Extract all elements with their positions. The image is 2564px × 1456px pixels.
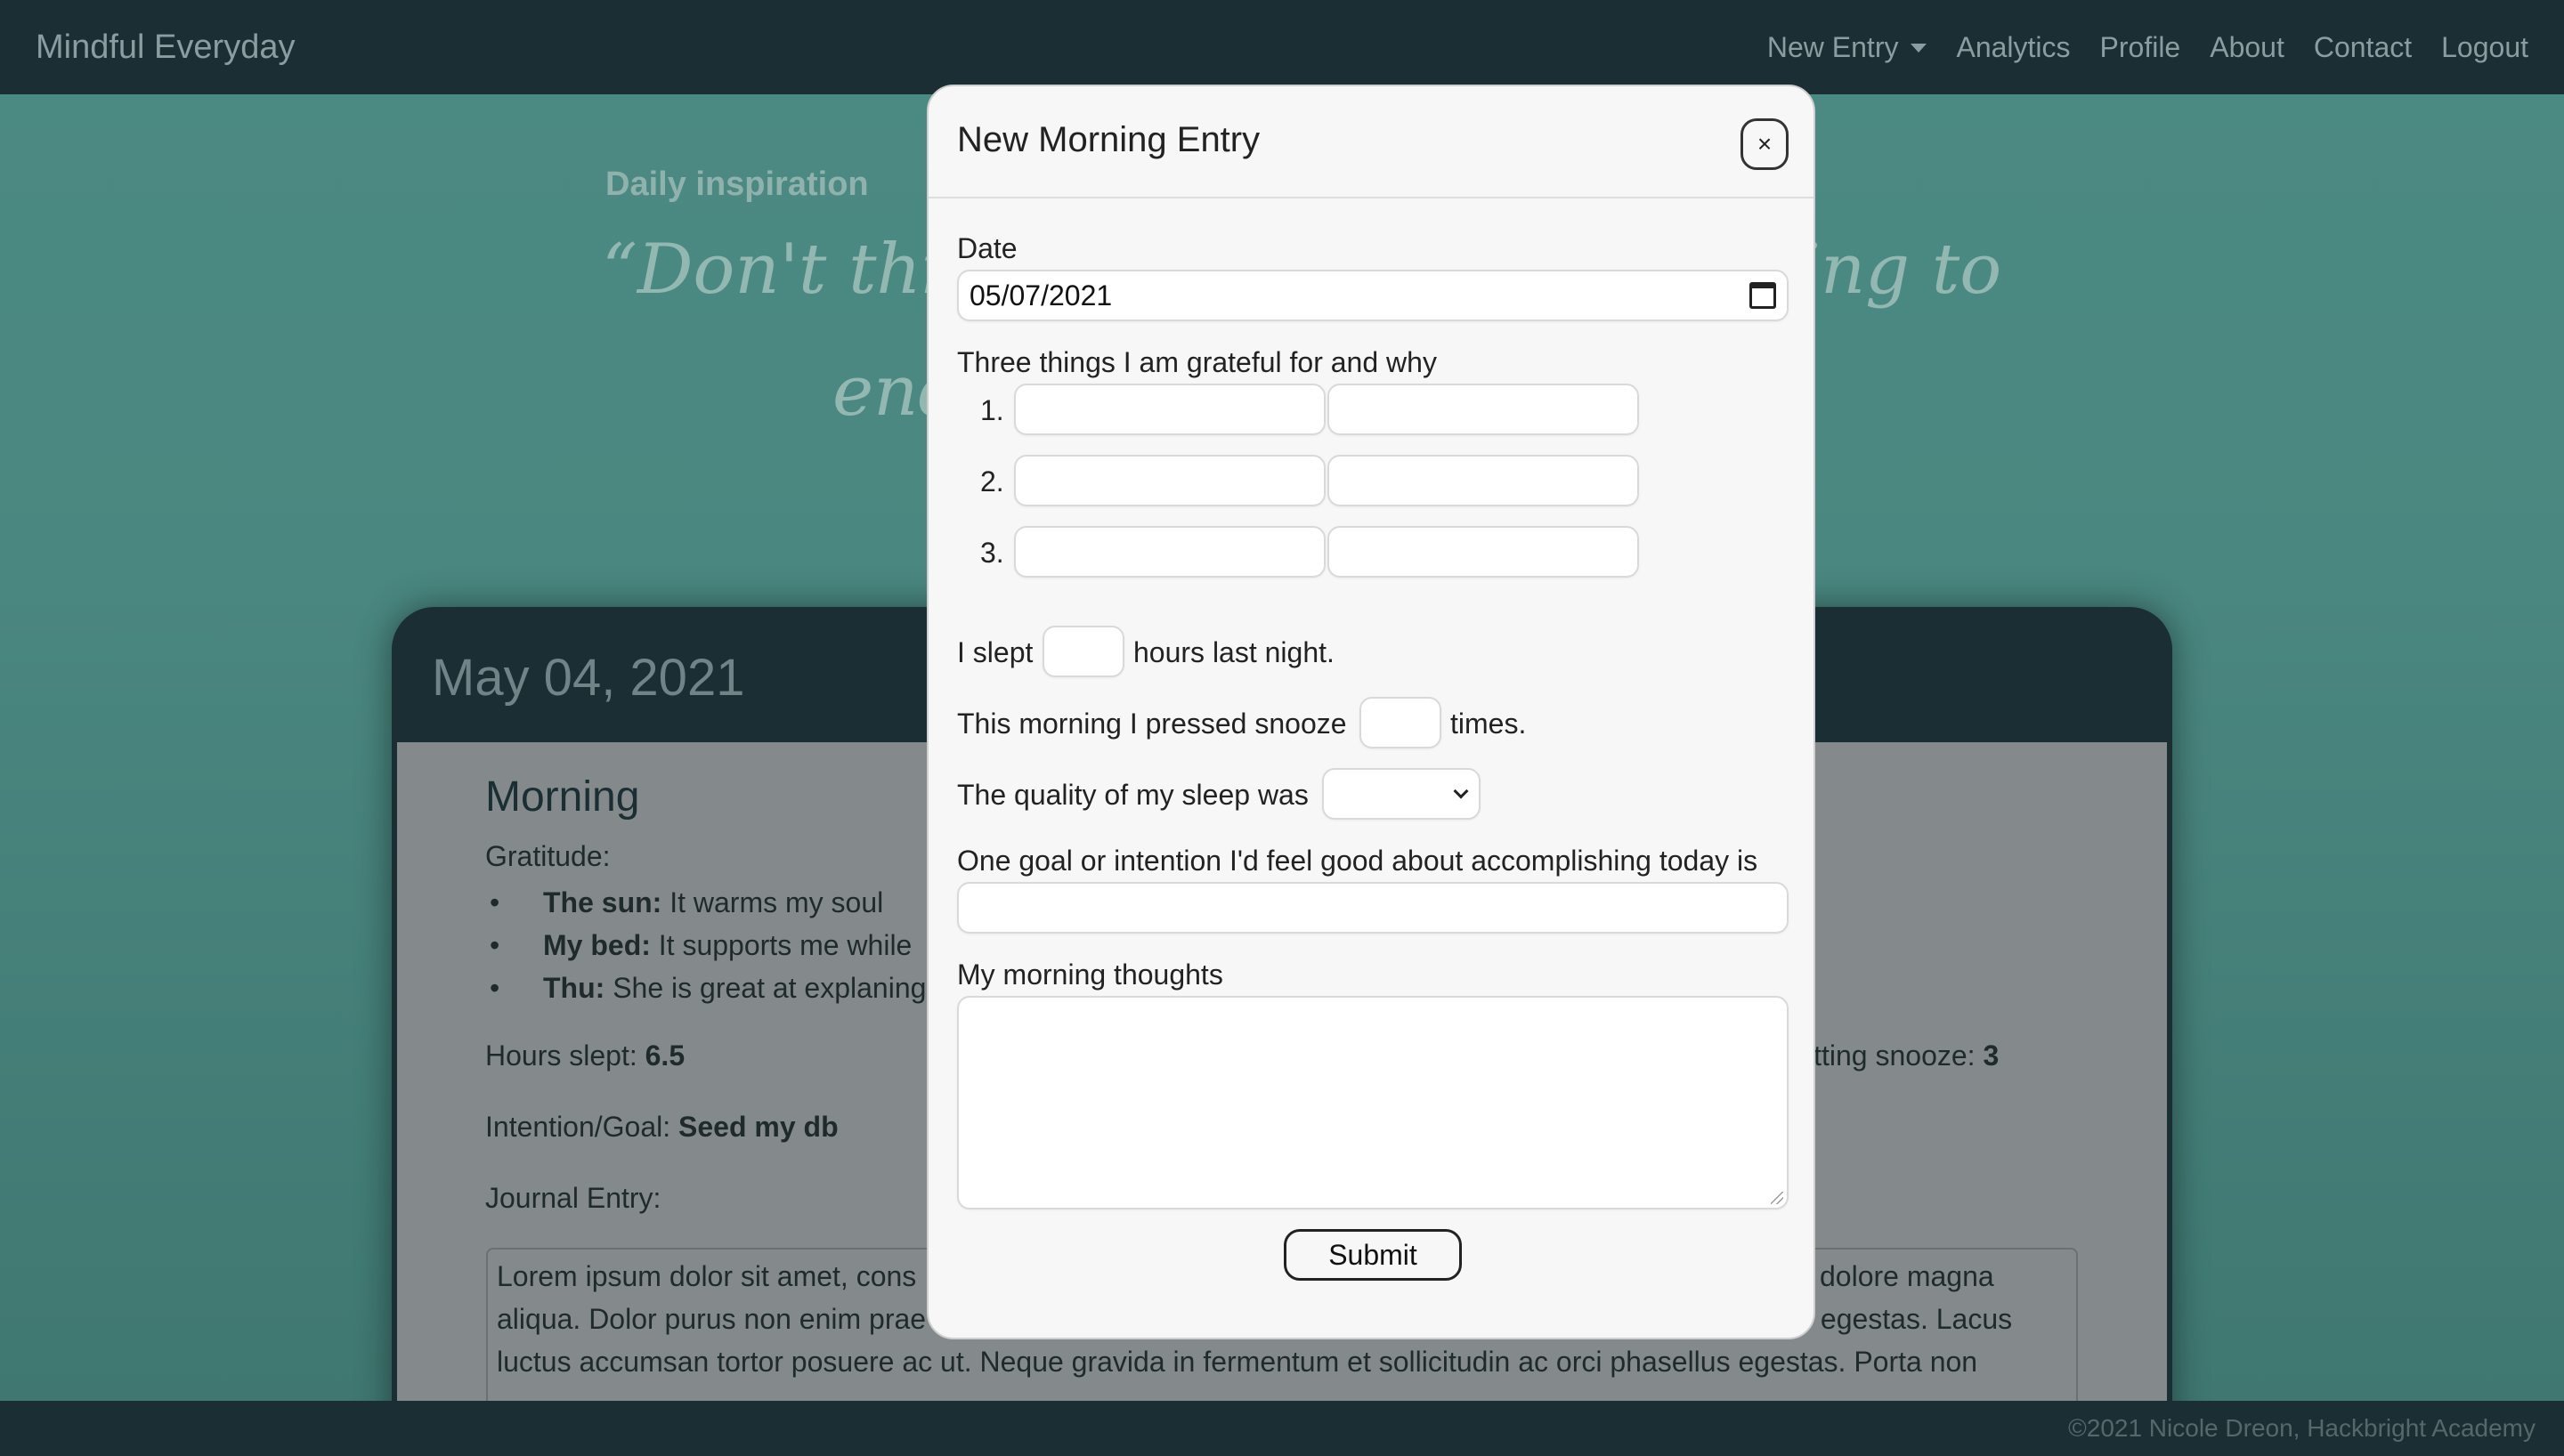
- snooze-value: 3: [1983, 1039, 2000, 1072]
- gratitude-text: It warms my soul: [669, 886, 884, 918]
- modal-header: New Morning Entry ×: [929, 86, 1813, 198]
- snooze-suffix: times.: [1450, 708, 1527, 740]
- gratitude-list: The sun: It warms my soul My bed: It sup…: [490, 881, 927, 1009]
- journal-label: Journal Entry:: [485, 1182, 661, 1214]
- nav-contact[interactable]: Contact: [2314, 31, 2412, 64]
- journal-line: Lorem ipsum dolor sit amet, cons: [497, 1260, 917, 1292]
- snooze-count-input[interactable]: [1359, 697, 1441, 748]
- journal-line: dolore magna: [1820, 1260, 1994, 1292]
- nav-links: New Entry Analytics Profile About Contac…: [1738, 31, 2528, 64]
- gratitude-thing-1-input[interactable]: [1014, 384, 1326, 435]
- gratitude-number: 1.: [980, 394, 1004, 426]
- nav-new-entry[interactable]: New Entry: [1767, 31, 1927, 64]
- thoughts-label: My morning thoughts: [957, 959, 1223, 991]
- gratitude-thing-2-input[interactable]: [1014, 455, 1326, 506]
- snooze-label: itting snooze:: [1807, 1039, 1976, 1072]
- snooze-count: itting snooze: 3: [1807, 1039, 1999, 1072]
- close-icon: ×: [1757, 130, 1773, 158]
- snooze-prefix: This morning I pressed snooze: [957, 708, 1347, 740]
- calendar-icon[interactable]: [1749, 282, 1776, 309]
- entry-date: May 04, 2021: [432, 649, 745, 707]
- goal-label: One goal or intention I'd feel good abou…: [957, 845, 1758, 877]
- inspiration-heading: Daily inspiration: [605, 166, 869, 203]
- nav-new-entry-label: New Entry: [1766, 30, 1899, 63]
- goal-input[interactable]: [957, 882, 1789, 934]
- gratitude-number: 2.: [980, 465, 1004, 497]
- gratitude-text: She is great at explaning: [613, 972, 927, 1004]
- nav-about[interactable]: About: [2210, 31, 2284, 64]
- section-title: Morning: [485, 773, 640, 821]
- hours-slept-value: 6.5: [645, 1039, 686, 1072]
- journal-line: s egestas. Lacus: [1798, 1303, 2013, 1335]
- resize-grip-icon[interactable]: [1771, 1192, 1783, 1204]
- quality-label: The quality of my sleep was: [957, 779, 1309, 811]
- intention-label: Intention/Goal:: [485, 1111, 671, 1143]
- slept-prefix: I slept: [957, 636, 1034, 668]
- date-value: 05/07/2021: [970, 279, 1113, 311]
- footer-text: ©2021 Nicole Dreon, Hackbright Academy: [2068, 1414, 2536, 1442]
- gratitude-number: 3.: [980, 537, 1004, 569]
- hours-slept-input[interactable]: [1043, 626, 1124, 677]
- journal-line: aliqua. Dolor purus non enim prae: [497, 1303, 927, 1335]
- brand-logo[interactable]: Mindful Everyday: [36, 28, 295, 67]
- chevron-down-icon: [1911, 44, 1927, 53]
- gratitude-title: My bed:: [543, 929, 651, 961]
- close-button[interactable]: ×: [1740, 118, 1789, 170]
- nav-logout[interactable]: Logout: [2441, 31, 2528, 64]
- journal-line: luctus accumsan tortor posuere ac ut. Ne…: [497, 1346, 1978, 1378]
- footer: ©2021 Nicole Dreon, Hackbright Academy: [0, 1401, 2564, 1456]
- gratitude-why-1-input[interactable]: [1327, 384, 1639, 435]
- navbar: Mindful Everyday New Entry Analytics Pro…: [0, 0, 2564, 94]
- new-entry-modal: New Morning Entry × Date 05/07/2021 Thre…: [927, 85, 1815, 1339]
- gratitude-title: Thu:: [543, 972, 605, 1004]
- list-item: My bed: It supports me while: [490, 924, 926, 967]
- nav-profile[interactable]: Profile: [2100, 31, 2181, 64]
- quote-text-right: ing to: [1798, 230, 2002, 310]
- list-item: The sun: It warms my soul: [490, 881, 926, 924]
- gratitude-label: Gratitude:: [485, 840, 611, 872]
- date-label: Date: [957, 232, 1018, 264]
- sleep-quality-select[interactable]: [1322, 768, 1481, 820]
- hours-slept: Hours slept: 6.5: [485, 1039, 685, 1072]
- gratitude-thing-3-input[interactable]: [1014, 526, 1326, 578]
- hours-slept-label: Hours slept:: [485, 1039, 637, 1072]
- list-item: Thu: She is great at explaning: [490, 967, 927, 1009]
- gratitude-title: The sun:: [543, 886, 662, 918]
- thoughts-textarea[interactable]: [957, 996, 1789, 1209]
- slept-suffix: hours last night.: [1133, 636, 1335, 668]
- nav-analytics[interactable]: Analytics: [1956, 31, 2070, 64]
- submit-button[interactable]: Submit: [1284, 1229, 1462, 1281]
- gratitude-why-2-input[interactable]: [1327, 455, 1639, 506]
- gratitude-text: It supports me while: [658, 929, 913, 961]
- intention: Intention/Goal: Seed my db: [485, 1111, 839, 1144]
- gratitude-why-3-input[interactable]: [1327, 526, 1639, 578]
- modal-title: New Morning Entry: [957, 120, 1261, 159]
- gratitude-prompt: Three things I am grateful for and why: [957, 346, 1437, 378]
- chevron-down-icon: [1453, 783, 1469, 799]
- date-input[interactable]: 05/07/2021: [957, 270, 1789, 321]
- intention-value: Seed my db: [678, 1111, 839, 1143]
